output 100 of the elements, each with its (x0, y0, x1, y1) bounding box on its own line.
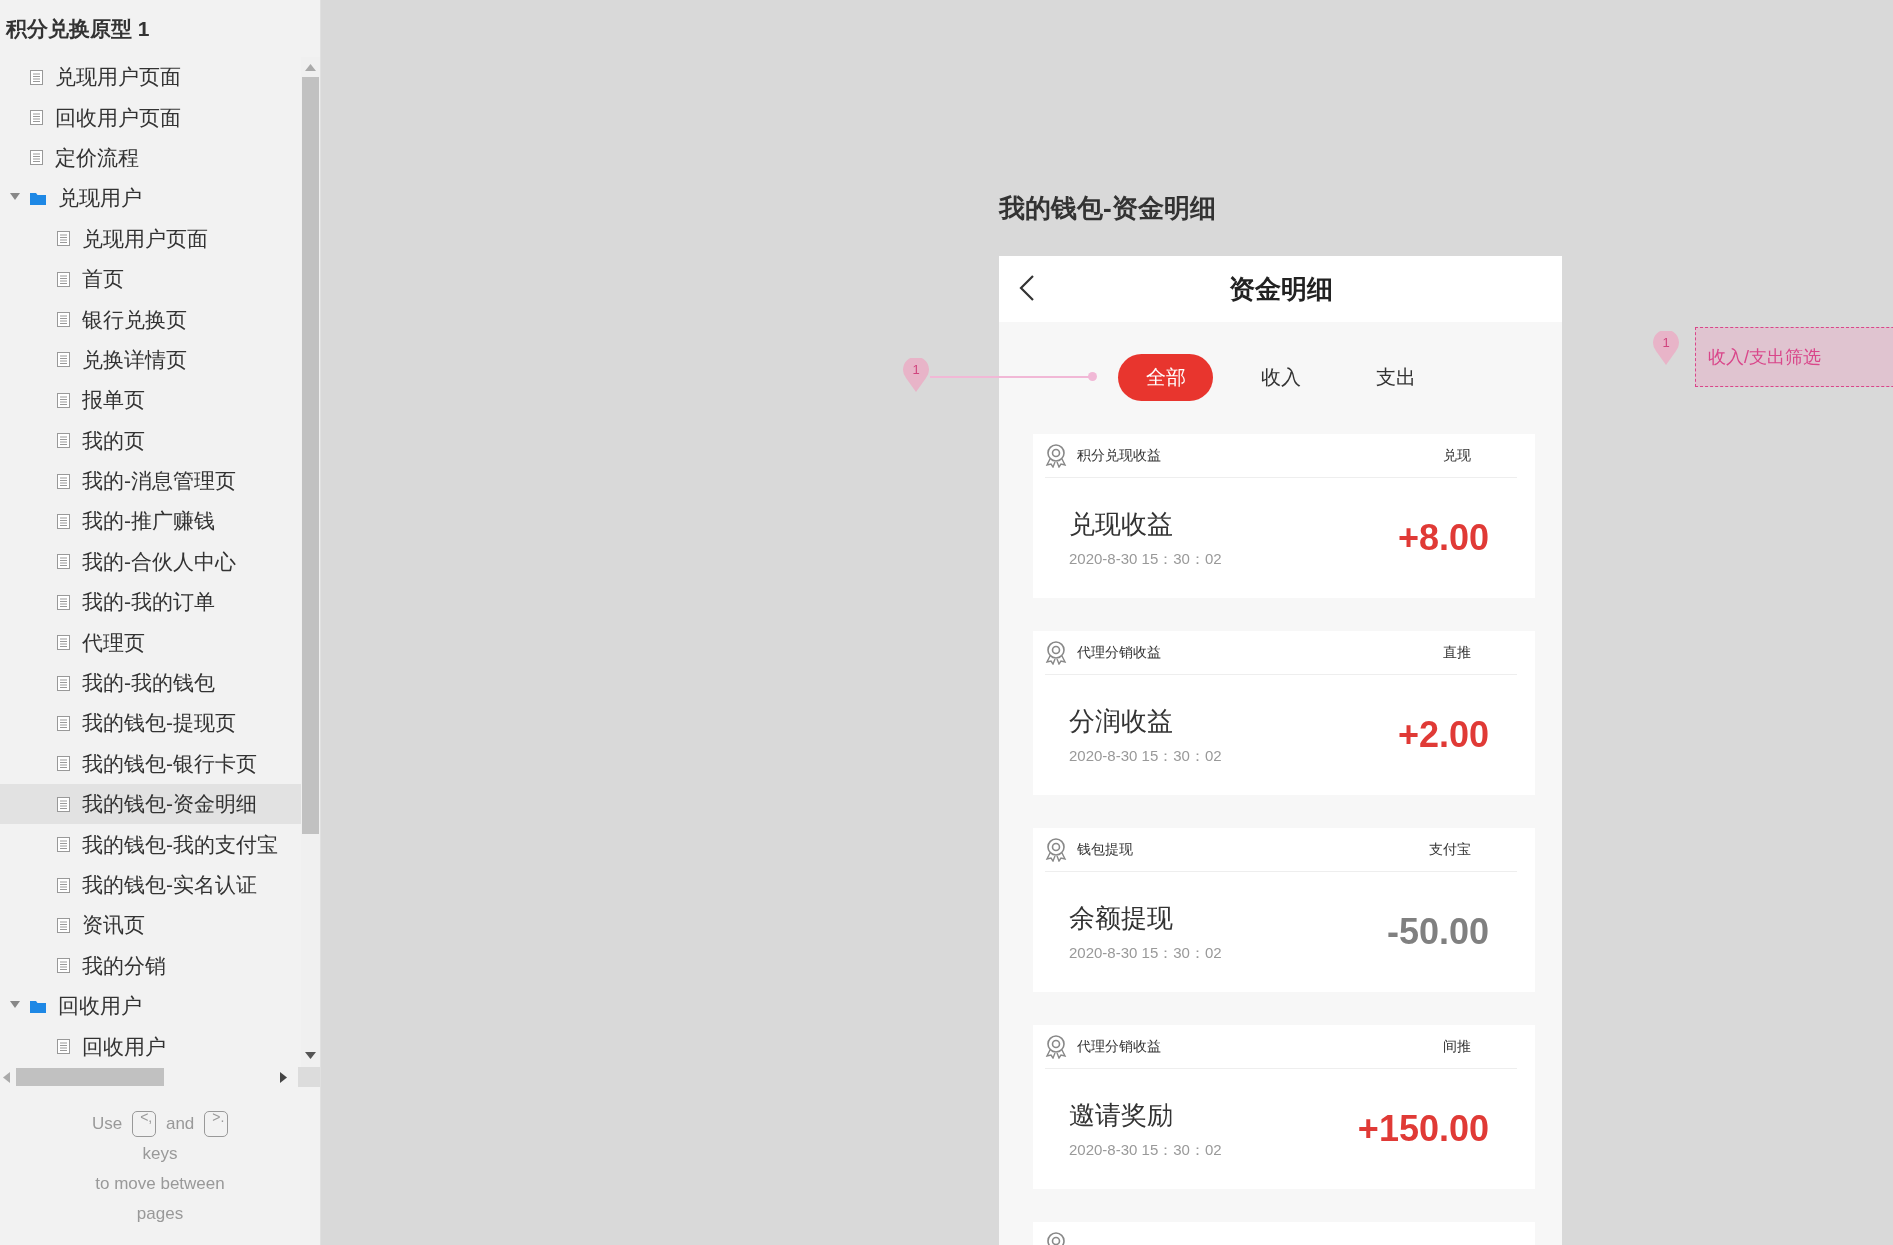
record-tag: 兑现 (1443, 446, 1471, 465)
page-icon (57, 877, 70, 893)
scrollbar-thumb[interactable] (302, 77, 319, 834)
page-icon (57, 514, 70, 529)
tree-item[interactable]: 我的-合伙人中心 (0, 541, 301, 583)
tree-item[interactable]: 回收用户页面 (0, 97, 301, 138)
project-title: 积分兑换原型 1 (6, 15, 150, 42)
tree-item[interactable]: 我的钱包-银行卡页 (0, 743, 301, 785)
tree-item[interactable]: 我的钱包-提现页 (0, 703, 301, 744)
tree-item[interactable]: 兑换详情页 (0, 339, 301, 381)
page-icon (57, 594, 70, 610)
record-card[interactable]: 代理分销收益 间推 邀请奖励 2020-8-30 15：30：02 +150.00 (1033, 1025, 1535, 1189)
annotation-note: 收入/支出筛选 (1695, 327, 1893, 387)
tree-item[interactable]: 兑现用户 (0, 178, 301, 219)
tree-item[interactable]: 我的分销 (0, 945, 301, 986)
tree-item[interactable]: 我的-我的钱包 (0, 662, 301, 704)
record-time: 2020-8-30 15：30：02 (1069, 1141, 1222, 1160)
help-text: and (165, 1113, 195, 1135)
tree-item[interactable]: 我的钱包-资金明细 (0, 784, 301, 825)
page-icon (57, 958, 70, 974)
record-tag: 直推 (1443, 643, 1471, 662)
page-icon (57, 837, 70, 853)
record-category: 钱包提现 (1077, 840, 1133, 859)
tree-item[interactable]: 银行兑换页 (0, 299, 301, 340)
record-category: 积分兑现收益 (1077, 446, 1161, 465)
award-icon (1045, 640, 1067, 665)
tree-item[interactable]: 回收用户 (0, 986, 301, 1027)
page-icon (57, 231, 70, 247)
page-icon (57, 756, 70, 772)
scroll-down-icon[interactable] (305, 1052, 316, 1059)
leader-dot (1088, 372, 1097, 381)
record-time: 2020-8-30 15：30：02 (1069, 747, 1222, 766)
tree-item[interactable]: 报单页 (0, 380, 301, 421)
tree-item[interactable]: 定价流程 (0, 137, 301, 179)
tree-item[interactable]: 首页 (0, 258, 301, 300)
page-icon (57, 473, 70, 489)
scroll-left-icon[interactable] (3, 1071, 10, 1083)
page-icon (57, 554, 70, 570)
filter-tab[interactable]: 全部 (1118, 354, 1213, 401)
award-icon (1045, 837, 1067, 862)
record-tag: 间推 (1443, 1037, 1471, 1056)
scroll-up-icon[interactable] (305, 64, 316, 71)
page-icon (57, 715, 70, 731)
record-time: 2020-8-30 15：30：02 (1069, 944, 1222, 963)
record-category: 代理分销收益 (1077, 1037, 1161, 1056)
page-icon (30, 150, 43, 166)
page-icon (57, 796, 70, 812)
back-icon[interactable] (1019, 274, 1035, 302)
record-card[interactable]: 钱包提现 支付宝 余额提现 2020-8-30 15：30：02 -50.00 (1033, 828, 1535, 992)
page-title: 我的钱包-资金明细 (999, 192, 1216, 225)
scroll-right-icon[interactable] (280, 1071, 287, 1083)
folder-icon (30, 999, 46, 1013)
tree-item[interactable]: 回收用户 (0, 1026, 301, 1067)
tree-item[interactable]: 我的-消息管理页 (0, 460, 301, 502)
page-icon (57, 675, 70, 691)
award-icon (1045, 1034, 1067, 1059)
record-time: 2020-8-30 15：30：02 (1069, 550, 1222, 569)
tree-item[interactable]: 我的-推广赚钱 (0, 501, 301, 542)
tree-item[interactable]: 兑现用户页面 (0, 218, 301, 259)
page-icon (57, 917, 70, 933)
filter-tab[interactable]: 收入 (1233, 354, 1328, 401)
record-tag: 支付宝 (1429, 840, 1471, 859)
record-amount: +150.00 (1357, 1108, 1489, 1150)
tree-item[interactable]: 我的页 (0, 420, 301, 461)
help-text: to move between (95, 1173, 225, 1195)
page-icon (30, 110, 43, 126)
help-text: pages (136, 1203, 184, 1225)
key-cap: >. (204, 1111, 229, 1137)
page-icon (57, 1039, 70, 1055)
help-text: Use (91, 1113, 123, 1135)
record-amount: +2.00 (1397, 714, 1489, 756)
tree-item[interactable]: 我的钱包-我的支付宝 (0, 824, 301, 865)
tree-item[interactable]: 兑现用户页面 (0, 57, 301, 98)
record-card[interactable]: 积分兑现收益 兑现 兑现收益 2020-8-30 15：30：02 +8.00 (1033, 434, 1535, 598)
tree-item[interactable]: 资讯页 (0, 905, 301, 946)
tree-item[interactable]: 我的-我的订单 (0, 582, 301, 623)
screen-title: 资金明细 (1228, 272, 1333, 306)
record-title: 兑现收益 (1069, 508, 1174, 541)
folder-icon (30, 191, 46, 205)
page-icon (57, 312, 70, 328)
record-title: 余额提现 (1069, 902, 1174, 935)
page-icon (57, 271, 70, 287)
record-category: 代理分销收益 (1077, 643, 1161, 662)
key-cap: <, (132, 1111, 156, 1137)
help-text: keys (142, 1143, 178, 1165)
page-icon (57, 635, 70, 651)
record-title: 邀请奖励 (1069, 1099, 1174, 1132)
record-title: 分润收益 (1069, 705, 1174, 738)
award-icon (1045, 443, 1067, 468)
tree-item[interactable]: 我的钱包-实名认证 (0, 864, 301, 906)
page-icon (30, 69, 43, 85)
tree-item[interactable]: 代理页 (0, 622, 301, 663)
record-amount: -50.00 (1386, 911, 1489, 953)
record-amount: +8.00 (1397, 517, 1489, 559)
page-icon (57, 433, 70, 449)
record-card[interactable]: 代理分销收益 直推 分润收益 2020-8-30 15：30：02 +2.00 (1033, 631, 1535, 795)
page-icon (57, 392, 70, 408)
page-icon (57, 352, 70, 368)
filter-tab[interactable]: 支出 (1348, 354, 1443, 401)
scrollbar-thumb[interactable] (16, 1068, 164, 1086)
